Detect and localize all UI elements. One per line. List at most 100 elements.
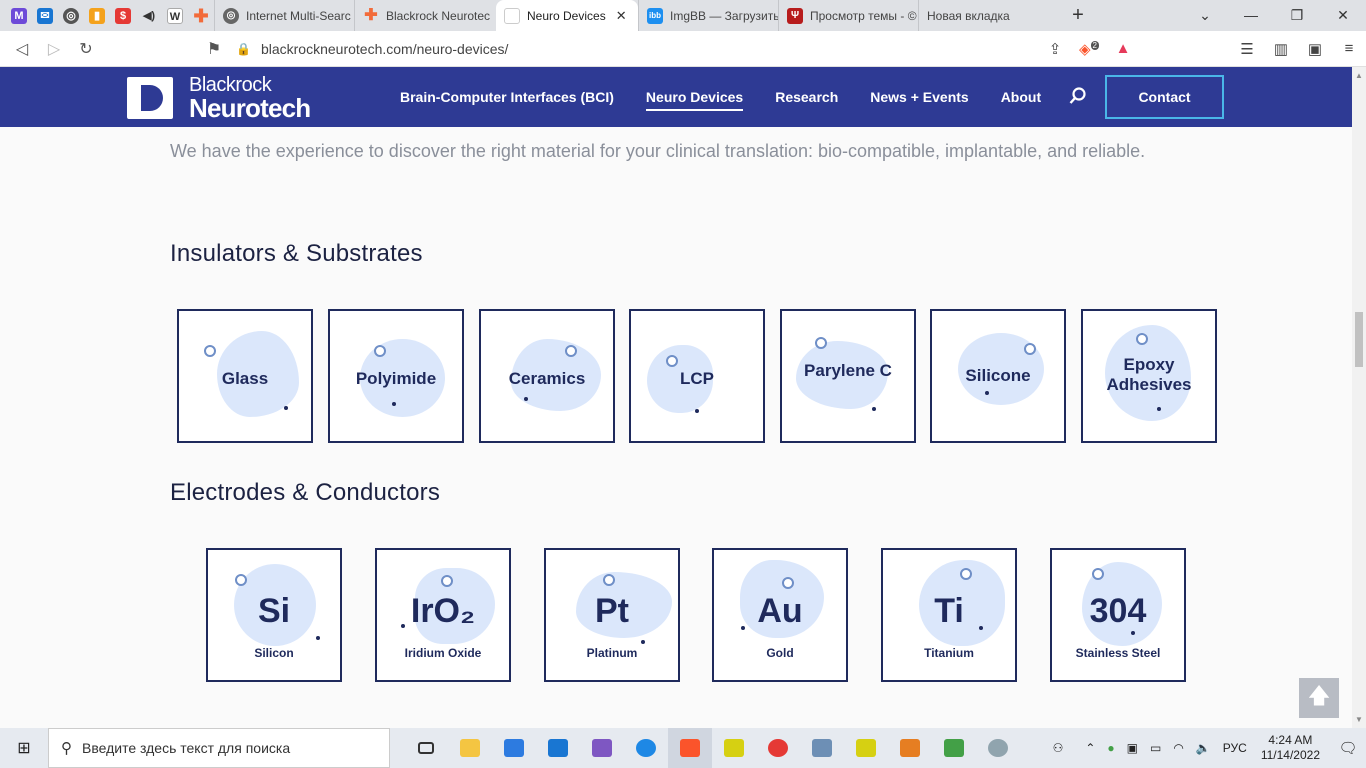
- app-red-dots-icon[interactable]: [756, 728, 800, 768]
- address-bar[interactable]: 🔒 blackrockneurotech.com/neuro-devices/: [236, 35, 1026, 63]
- pinned-tab-audio[interactable]: ◀): [136, 0, 162, 31]
- paint-icon[interactable]: [976, 728, 1020, 768]
- pinned-tab-wikipedia[interactable]: W: [162, 0, 188, 31]
- sidebar-icon[interactable]: ▥: [1264, 40, 1298, 58]
- brave-browser-icon[interactable]: [668, 728, 712, 768]
- material-card-glass: Glass: [177, 309, 313, 443]
- pinned-tab-plus[interactable]: ✚: [188, 0, 214, 31]
- tray-chevron-icon[interactable]: ⌃: [1085, 741, 1095, 755]
- analytics-icon: ▮: [89, 7, 105, 24]
- security-icon[interactable]: ●: [1107, 741, 1114, 755]
- url-text: blackrockneurotech.com/neuro-devices/: [260, 40, 509, 57]
- nav-item-news-events[interactable]: News + Events: [870, 89, 968, 105]
- wifi-icon[interactable]: ◠: [1173, 741, 1183, 755]
- close-window-button[interactable]: ✕: [1320, 7, 1366, 24]
- reload-button[interactable]: ↻: [70, 39, 102, 59]
- tab-title: Internet Multi-Searc: [246, 8, 351, 23]
- tab-new-tab[interactable]: Новая вкладка: [918, 0, 1058, 31]
- dot-icon: [524, 397, 528, 401]
- notifications-icon[interactable]: 🗨: [1330, 739, 1366, 757]
- search-icon[interactable]: [1069, 87, 1087, 105]
- ring-dot-icon: [441, 575, 453, 587]
- app-window-icon[interactable]: [800, 728, 844, 768]
- ring-dot-icon: [1024, 343, 1036, 355]
- share-icon[interactable]: ⇪: [1038, 40, 1072, 58]
- forward-button[interactable]: ▷: [38, 39, 70, 59]
- close-tab-icon[interactable]: ✕: [616, 8, 627, 24]
- wallet-icon[interactable]: ▣: [1298, 40, 1332, 58]
- mail-outlook-icon: ✉: [37, 7, 53, 24]
- visual-studio-icon[interactable]: [580, 728, 624, 768]
- contact-button[interactable]: Contact: [1105, 75, 1224, 119]
- bank-icon: $: [115, 7, 131, 24]
- playlist-icon[interactable]: ☰: [1230, 40, 1264, 58]
- brave-rewards-icon[interactable]: ▲: [1106, 40, 1140, 57]
- page-scrollbar[interactable]: ▲ ▼: [1352, 67, 1366, 728]
- system-tray: ⚇ ⌃ ● ▣ ▭ ◠ 🔈 РУС 4:24 AM 11/14/2022 🗨: [1047, 728, 1366, 768]
- store-icon[interactable]: [492, 728, 536, 768]
- app-yellow2-icon[interactable]: [844, 728, 888, 768]
- volume-icon[interactable]: 🔈: [1196, 741, 1211, 755]
- minimize-button[interactable]: —: [1228, 7, 1274, 24]
- lock-icon: 🔒: [236, 41, 251, 56]
- wikipedia-icon: W: [167, 7, 183, 24]
- pinned-tab-outlook[interactable]: ✉: [32, 0, 58, 31]
- back-to-top-button[interactable]: 🡅: [1299, 678, 1339, 718]
- language-indicator[interactable]: РУС: [1223, 741, 1247, 755]
- people-icon[interactable]: ⚇: [1053, 741, 1064, 755]
- task-view-icon[interactable]: [404, 728, 448, 768]
- start-button[interactable]: ⊞: [0, 728, 48, 768]
- edge-icon[interactable]: [624, 728, 668, 768]
- taskbar-search[interactable]: ⚲ Введите здесь текст для поиска: [48, 728, 390, 768]
- browser-tab-strip: M ✉ ◎ ▮ $ ◀) W ✚ ◎ Internet Multi-Searc ✚…: [0, 0, 1366, 31]
- app-yellow-icon[interactable]: [712, 728, 756, 768]
- back-button[interactable]: ◁: [6, 39, 38, 59]
- tab-forum-topic[interactable]: Ψ Просмотр темы - ©: [778, 0, 918, 31]
- clock[interactable]: 4:24 AM 11/14/2022: [1261, 733, 1320, 763]
- app-colorful-icon[interactable]: [888, 728, 932, 768]
- scroll-thumb[interactable]: [1355, 312, 1363, 367]
- ring-dot-icon: [815, 337, 827, 349]
- nav-item-about[interactable]: About: [1001, 89, 1041, 105]
- dot-icon: [1131, 631, 1135, 635]
- pinned-tab-bank[interactable]: $: [110, 0, 136, 31]
- tab-title: Neuro Devices: [527, 8, 606, 23]
- intro-text: We have the experience to discover the r…: [170, 141, 1146, 161]
- tray-app-icon[interactable]: ▣: [1127, 741, 1138, 755]
- tab-internet-multisearch[interactable]: ◎ Internet Multi-Searc: [214, 0, 354, 31]
- tab-search-icon[interactable]: ⌄: [1182, 7, 1228, 24]
- pinned-tab-mail[interactable]: M: [6, 0, 32, 31]
- nav-item-research[interactable]: Research: [775, 89, 838, 105]
- ring-dot-icon: [960, 568, 972, 580]
- material-label: Glass: [221, 369, 269, 388]
- ring-dot-icon: [603, 574, 615, 586]
- nav-item-neuro-devices[interactable]: Neuro Devices: [645, 89, 744, 111]
- mail-app-icon[interactable]: [536, 728, 580, 768]
- brave-shields-icon[interactable]: ◈ 2: [1072, 40, 1106, 58]
- tab-blackrock-neurotech[interactable]: ✚ Blackrock Neurotec: [354, 0, 496, 31]
- scroll-down-icon[interactable]: ▼: [1355, 715, 1363, 724]
- ring-dot-icon: [782, 577, 794, 589]
- tab-neuro-devices[interactable]: Neuro Devices ✕: [496, 0, 638, 31]
- menu-icon[interactable]: ≡: [1332, 40, 1366, 57]
- element-symbol: 304: [1089, 592, 1147, 630]
- section-title-insulators: Insulators & Substrates: [170, 240, 423, 267]
- site-logo[interactable]: Blackrock Neurotech: [127, 75, 311, 121]
- maximize-button[interactable]: ❐: [1274, 7, 1320, 24]
- element-card-silicon: Si Silicon: [206, 548, 342, 682]
- pinned-tab-globe[interactable]: ◎: [58, 0, 84, 31]
- app-chart-icon[interactable]: [932, 728, 976, 768]
- nav-item-bci[interactable]: Brain-Computer Interfaces (BCI): [400, 89, 614, 105]
- new-tab-button[interactable]: +: [1058, 4, 1098, 27]
- pinned-tab-analytics[interactable]: ▮: [84, 0, 110, 31]
- tab-imgbb[interactable]: ibb ImgBB — Загрузить: [638, 0, 778, 31]
- windows-taskbar: ⊞ ⚲ Введите здесь текст для поиска ⚇ ⌃ ●…: [0, 728, 1366, 768]
- logo-mark-icon: [127, 77, 173, 119]
- scroll-up-icon[interactable]: ▲: [1355, 71, 1363, 80]
- dot-icon: [872, 407, 876, 411]
- file-explorer-icon[interactable]: [448, 728, 492, 768]
- ring-dot-icon: [666, 355, 678, 367]
- material-card-polyimide: Polyimide: [328, 309, 464, 443]
- bookmark-icon[interactable]: ⚑: [198, 39, 230, 59]
- battery-icon[interactable]: ▭: [1150, 741, 1161, 755]
